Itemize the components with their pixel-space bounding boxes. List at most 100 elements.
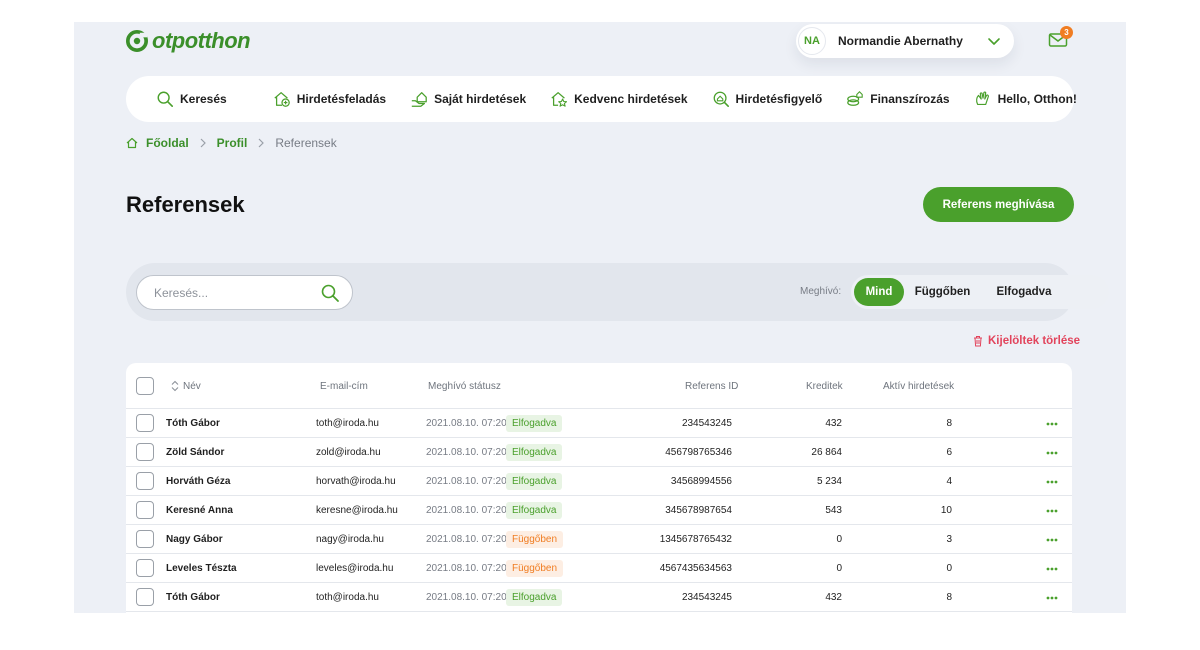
more-actions-icon[interactable] xyxy=(1046,422,1058,426)
invite-referent-button[interactable]: Referens meghívása xyxy=(923,187,1074,222)
nav-label: Hirdetésfeladás xyxy=(296,92,387,106)
referents-table: Név E-mail-cím Meghívó státusz Referens … xyxy=(126,363,1072,613)
cell-email: horvath@iroda.hu xyxy=(316,476,396,487)
row-checkbox[interactable] xyxy=(136,472,154,490)
table-row[interactable]: Leveles Tészta leveles@iroda.hu 2021.08.10… xyxy=(126,554,1072,583)
status-badge: Elfogadva xyxy=(506,473,563,490)
search-icon[interactable] xyxy=(320,283,340,303)
otp-logo[interactable]: otpotthon xyxy=(126,28,251,54)
user-menu[interactable]: NA Normandie Abernathy xyxy=(796,24,1014,58)
magnifier-house-icon xyxy=(713,91,729,108)
search-input[interactable] xyxy=(154,285,314,300)
row-checkbox[interactable] xyxy=(136,559,154,577)
status-badge: Elfogadva xyxy=(506,444,563,461)
house-plus-icon xyxy=(274,92,290,107)
cell-active-ads: 8 xyxy=(946,418,952,429)
table-row[interactable]: Tóth Gábor toth@iroda.hu 2021.08.10. 07:20… xyxy=(126,583,1072,612)
cell-email: nagy@iroda.hu xyxy=(316,534,384,545)
more-actions-icon[interactable] xyxy=(1046,509,1058,513)
cell-name: Nagy Gábor xyxy=(166,534,223,545)
column-header-status: Meghívó státusz xyxy=(428,381,501,392)
more-actions-icon[interactable] xyxy=(1046,538,1058,542)
cell-name: Keresné Anna xyxy=(166,505,233,516)
cell-name: Leveles Tészta xyxy=(166,563,237,574)
table-row[interactable]: Tóth Gábor toth@iroda.hu 2021.08.10. 07:20… xyxy=(126,409,1072,438)
table-row[interactable]: Nagy Gábor nagy@iroda.hu 2021.08.10. 07:20… xyxy=(126,525,1072,554)
page-title: Referensek xyxy=(126,192,245,217)
cell-ref-id: 234543245 xyxy=(681,592,732,603)
table-row[interactable]: Keresné Anna keresne@iroda.hu 2021.08.10. … xyxy=(126,496,1072,525)
breadcrumb-current: Referensek xyxy=(275,136,337,150)
delete-selected-button[interactable]: Kijelöltek törlése xyxy=(972,335,1080,347)
breadcrumb-home[interactable]: Főoldal xyxy=(146,136,189,150)
more-actions-icon[interactable] xyxy=(1046,451,1058,455)
row-checkbox[interactable] xyxy=(136,443,154,461)
home-icon[interactable] xyxy=(126,137,138,149)
column-header-name[interactable]: Név xyxy=(183,381,201,392)
column-header-active-ads: Aktív hirdetések xyxy=(883,381,955,392)
more-actions-icon[interactable] xyxy=(1046,480,1058,484)
avatar: NA xyxy=(798,27,826,55)
filter-pending[interactable]: Függőben xyxy=(904,278,981,306)
table-header: Név E-mail-cím Meghívó státusz Referens … xyxy=(126,363,1072,409)
user-name: Normandie Abernathy xyxy=(838,34,963,48)
invite-status-filter: Mind Függőben Elfogadva xyxy=(851,275,1109,309)
cell-invite-date: 2021.08.10. 07:20 xyxy=(426,563,507,574)
sort-icon[interactable] xyxy=(170,380,180,392)
row-checkbox[interactable] xyxy=(136,588,154,606)
nav-label: Hirdetésfigyelő xyxy=(735,92,823,106)
select-all-checkbox[interactable] xyxy=(136,377,154,395)
waving-hands-icon xyxy=(975,91,989,105)
cell-name: Horváth Géza xyxy=(166,476,231,487)
status-badge: Elfogadva xyxy=(506,415,563,432)
status-badge: Elfogadva xyxy=(506,502,563,519)
filter-accepted[interactable]: Elfogadva xyxy=(981,278,1067,306)
nav-item-favorites[interactable]: Kedvenc hirdetések xyxy=(550,90,688,108)
filter-all[interactable]: Mind xyxy=(854,278,904,306)
nav-item-post-ad[interactable]: Hirdetésfeladás xyxy=(273,90,386,108)
nav-item-watcher[interactable]: Hirdetésfigyelő xyxy=(712,90,823,108)
row-checkbox[interactable] xyxy=(136,501,154,519)
table-row[interactable]: Horváth Géza horvath@iroda.hu 2021.08.10. … xyxy=(126,467,1072,496)
table-row[interactable]: Zöld Sándor zold@iroda.hu 2021.08.10. 07:2… xyxy=(126,438,1072,467)
nav-item-hello-otthon[interactable]: Hello, Otthon! xyxy=(974,90,1077,108)
invite-filter-label: Meghívó: xyxy=(800,286,842,297)
nav-search[interactable]: Keresés xyxy=(156,90,227,108)
nav-item-my-ads[interactable]: Saját hirdetések xyxy=(410,90,526,108)
filter-bar: Meghívó: Mind Függőben Elfogadva xyxy=(126,263,1109,321)
nav-label: Saját hirdetések xyxy=(434,92,527,106)
nav-label: Hello, Otthon! xyxy=(997,92,1077,106)
cell-active-ads: 8 xyxy=(946,592,952,603)
breadcrumb-profile[interactable]: Profil xyxy=(217,136,248,150)
row-checkbox[interactable] xyxy=(136,530,154,548)
nav-search-label: Keresés xyxy=(180,92,227,106)
delete-selected-label: Kijelöltek törlése xyxy=(988,335,1081,347)
cell-ref-id: 34568994556 xyxy=(670,476,732,487)
column-header-credits: Kreditek xyxy=(806,381,843,392)
search-box xyxy=(136,275,353,310)
column-header-ref-id: Referens ID xyxy=(685,381,739,392)
cell-credits: 543 xyxy=(825,505,842,516)
cell-credits: 432 xyxy=(825,418,842,429)
row-checkbox[interactable] xyxy=(136,414,154,432)
cell-email: keresne@iroda.hu xyxy=(316,505,398,516)
cell-name: Tóth Gábor xyxy=(166,418,220,429)
cell-credits: 26 864 xyxy=(811,447,842,458)
coins-icon xyxy=(847,91,863,106)
cell-credits: 432 xyxy=(825,592,842,603)
cell-ref-id: 234543245 xyxy=(681,418,732,429)
cell-email: leveles@iroda.hu xyxy=(316,563,394,574)
chevron-down-icon[interactable] xyxy=(986,33,1002,49)
chevron-right-icon xyxy=(258,138,265,148)
more-actions-icon[interactable] xyxy=(1046,596,1058,600)
brand-name: otpotthon xyxy=(152,28,251,53)
more-actions-icon[interactable] xyxy=(1046,567,1058,571)
cell-active-ads: 10 xyxy=(940,505,952,516)
otp-logo-icon xyxy=(126,30,148,52)
main-nav: Keresés Hirdetésfeladás Saját hirdetések… xyxy=(126,76,1077,122)
status-badge: Függőben xyxy=(506,531,564,548)
chevron-right-icon xyxy=(200,138,206,148)
nav-label: Kedvenc hirdetések xyxy=(574,92,688,106)
nav-item-financing[interactable]: Finanszírozás xyxy=(846,90,950,108)
cell-active-ads: 4 xyxy=(946,476,952,487)
